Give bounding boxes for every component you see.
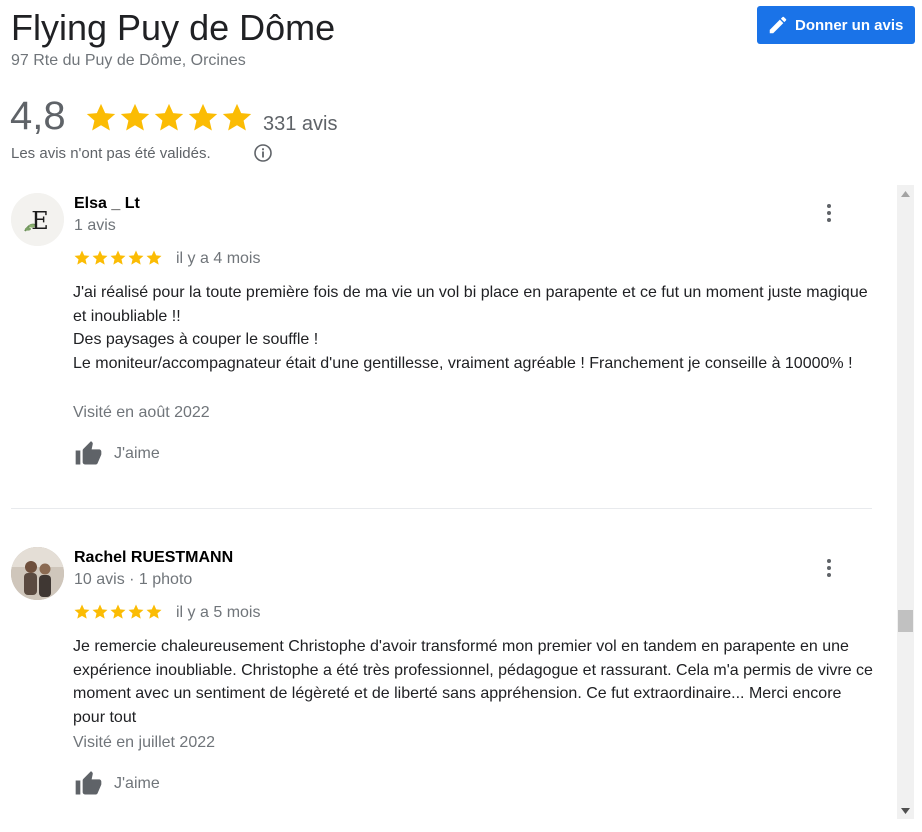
star-icon — [120, 103, 150, 131]
star-icon — [74, 250, 90, 265]
thumbs-up-icon — [75, 441, 102, 465]
like-button[interactable]: J'aime — [73, 440, 160, 468]
reviews-not-verified-notice: Les avis n'ont pas été validés. — [11, 145, 211, 162]
avatar[interactable]: E — [11, 193, 64, 246]
star-icon — [128, 250, 144, 265]
star-icon — [86, 103, 116, 131]
review-date: il y a 4 mois — [176, 250, 261, 267]
review-text: J'ai réalisé pour la toute première fois… — [73, 281, 873, 375]
star-icon — [110, 250, 126, 265]
like-label: J'aime — [114, 445, 160, 462]
visit-date: Visité en août 2022 — [73, 404, 210, 421]
place-address: 97 Rte du Puy de Dôme, Orcines — [11, 52, 246, 69]
write-review-label: Donner un avis — [795, 16, 904, 34]
star-icon — [92, 250, 108, 265]
star-icon — [92, 604, 108, 619]
svg-text:E: E — [31, 207, 49, 235]
reviews-scrollbar[interactable] — [897, 185, 914, 819]
review-author[interactable]: Rachel RUESTMANN — [74, 549, 233, 567]
average-stars — [84, 100, 254, 136]
visit-date: Visité en juillet 2022 — [73, 734, 216, 751]
review-stars — [73, 603, 163, 621]
review-date: il y a 5 mois — [176, 604, 261, 621]
scrollbar-thumb[interactable] — [898, 610, 913, 632]
star-icon — [146, 250, 162, 265]
star-icon — [74, 604, 90, 619]
place-title: Flying Puy de Dôme — [11, 7, 336, 48]
star-icon — [188, 103, 218, 131]
average-rating: 4,8 — [10, 94, 66, 138]
reviews-list: E Elsa _ Lt 1 avis il y a 4 mois J'ai ré… — [0, 185, 922, 832]
more-options-icon[interactable] — [818, 555, 840, 581]
review-text-line: J'ai réalisé pour la toute première fois… — [73, 284, 868, 325]
star-icon — [110, 604, 126, 619]
scroll-up-arrow-icon[interactable] — [897, 185, 914, 202]
star-icon — [222, 103, 252, 131]
star-icon — [146, 604, 162, 619]
more-options-icon[interactable] — [818, 200, 840, 226]
scroll-down-arrow-icon[interactable] — [897, 802, 914, 819]
review-count[interactable]: 331 avis — [263, 113, 338, 136]
star-icon — [128, 604, 144, 619]
thumbs-up-icon — [75, 771, 102, 795]
like-button[interactable]: J'aime — [73, 770, 160, 798]
info-icon[interactable] — [253, 143, 273, 163]
avatar[interactable] — [11, 547, 64, 600]
review-text-line: Le moniteur/accompagnateur était d'une g… — [73, 354, 853, 372]
review-divider — [11, 508, 872, 509]
like-label: J'aime — [114, 775, 160, 792]
write-review-button[interactable]: Donner un avis — [757, 6, 915, 44]
review-author-meta: 10 avis · 1 photo — [74, 571, 193, 588]
review-stars — [73, 249, 163, 267]
review-author-meta: 1 avis — [74, 217, 116, 234]
review-text-line: Des paysages à couper le souffle ! — [73, 331, 319, 348]
review-author[interactable]: Elsa _ Lt — [74, 195, 140, 213]
review-text: Je remercie chaleureusement Christophe d… — [73, 638, 873, 726]
pencil-icon — [767, 14, 789, 36]
star-icon — [154, 103, 184, 131]
